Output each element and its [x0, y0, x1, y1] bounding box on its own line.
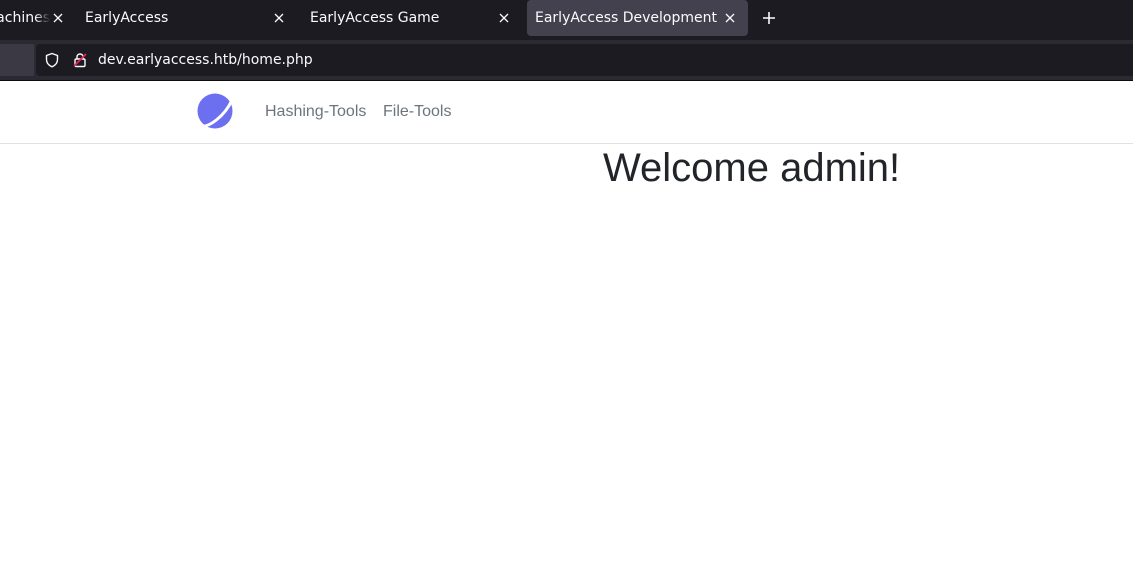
- nav-link-file-tools[interactable]: File-Tools: [383, 103, 451, 121]
- toolbar-button[interactable]: [0, 44, 34, 76]
- tab-earlyaccess-game[interactable]: EarlyAccess Game: [302, 0, 522, 36]
- shield-icon[interactable]: [44, 52, 60, 68]
- new-tab-button[interactable]: [759, 9, 779, 29]
- close-icon[interactable]: [271, 10, 287, 26]
- close-icon[interactable]: [50, 10, 66, 26]
- tab-machines[interactable]: Machines: [0, 0, 70, 36]
- browser-toolbar: dev.earlyaccess.htb/home.php: [0, 40, 1133, 80]
- nav-link-hashing-tools[interactable]: Hashing-Tools: [265, 103, 366, 121]
- url-bar[interactable]: dev.earlyaccess.htb/home.php: [36, 44, 1133, 76]
- tab-title: EarlyAccess Development: [535, 10, 717, 26]
- plus-icon: [762, 10, 776, 29]
- tab-earlyaccess-development[interactable]: EarlyAccess Development: [527, 0, 748, 36]
- page-title: Welcome admin!: [603, 146, 901, 190]
- tab-title: Machines: [0, 10, 50, 26]
- tab-earlyaccess[interactable]: EarlyAccess: [77, 0, 297, 36]
- insecure-lock-icon[interactable]: [72, 52, 88, 68]
- tab-strip: Machines EarlyAccess EarlyAccess Game Ea…: [0, 0, 1133, 40]
- site-navbar: Hashing-Tools File-Tools: [0, 81, 1133, 144]
- tab-title: EarlyAccess: [85, 10, 169, 26]
- url-text[interactable]: dev.earlyaccess.htb/home.php: [98, 52, 313, 68]
- close-icon[interactable]: [496, 10, 512, 26]
- tab-title: EarlyAccess Game: [310, 10, 440, 26]
- close-icon[interactable]: [722, 10, 738, 26]
- planet-logo-icon[interactable]: [197, 93, 233, 129]
